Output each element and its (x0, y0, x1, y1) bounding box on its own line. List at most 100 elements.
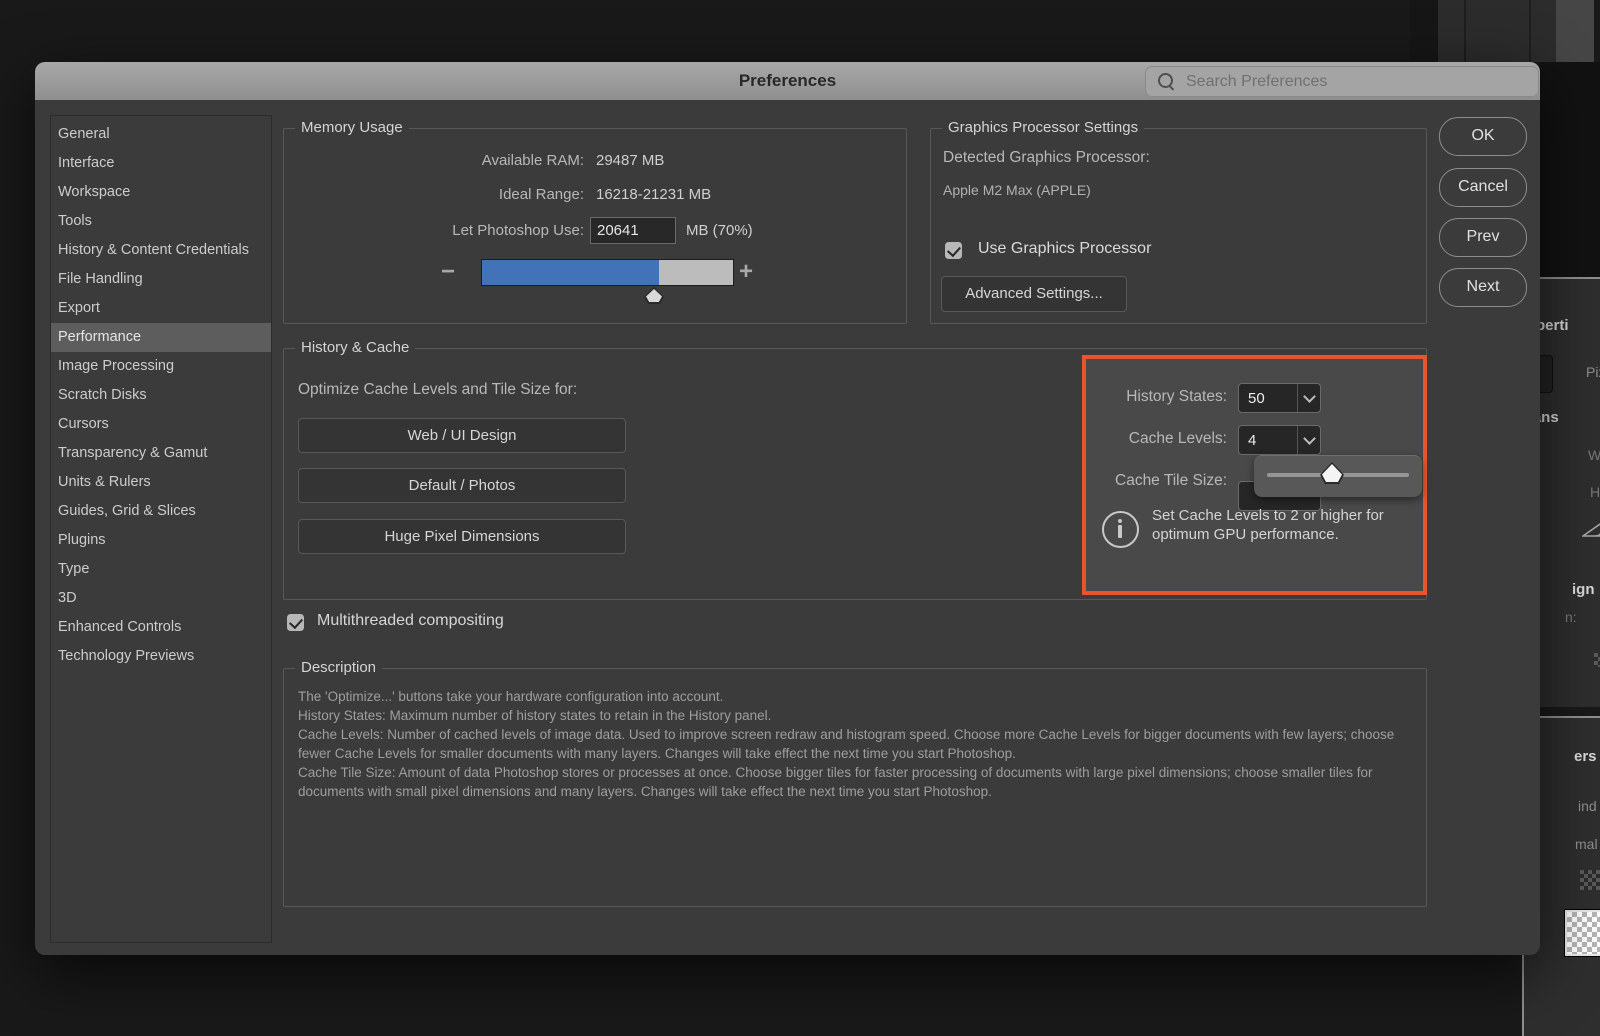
use-gpu-checkbox[interactable] (945, 242, 962, 259)
memory-slider-fill (482, 260, 659, 285)
sidebar-item-tools[interactable]: Tools (51, 207, 271, 236)
memory-usage-group-title: Memory Usage (295, 119, 409, 136)
sidebar-item-scratch-disks[interactable]: Scratch Disks (51, 381, 271, 410)
gpu-settings-group: Graphics Processor Settings Detected Gra… (930, 128, 1427, 324)
description-line: Cache Levels: Number of cached levels of… (298, 725, 1410, 763)
layers-panel-title: ers (1574, 748, 1597, 765)
multithreaded-checkbox[interactable] (287, 614, 304, 631)
cache-levels-value: 4 (1239, 432, 1297, 449)
cache-tile-size-slider-popup (1254, 455, 1422, 497)
sidebar-item-workspace[interactable]: Workspace (51, 178, 271, 207)
sidebar-item-file-handling[interactable]: File Handling (51, 265, 271, 294)
ideal-range-label: Ideal Range: (284, 183, 584, 207)
photoshop-screen: berti Pix rans W H ign n: ers ind mal Pr… (0, 0, 1600, 1034)
memory-decrease-button[interactable]: − (441, 259, 455, 284)
next-button[interactable]: Next (1439, 268, 1527, 307)
panel-divider (1529, 0, 1531, 62)
height-label: H (1590, 484, 1600, 500)
chevron-down-icon (1303, 390, 1316, 403)
multithreaded-label: Multithreaded compositing (317, 612, 504, 630)
history-states-label: History States: (1086, 383, 1227, 411)
search-icon (1158, 73, 1176, 91)
let-photoshop-use-label: Let Photoshop Use: (284, 217, 584, 245)
history-cache-group-title: History & Cache (295, 339, 415, 356)
optimize-web-ui-button[interactable]: Web / UI Design (298, 418, 626, 453)
align-section-title: ign (1572, 581, 1595, 598)
check-icon (289, 615, 303, 629)
available-ram-value: 29487 MB (596, 149, 664, 173)
preferences-sidebar: General Interface Workspace Tools Histor… (50, 115, 272, 943)
detected-gpu-label: Detected Graphics Processor: (943, 149, 1150, 167)
blend-mode-label: mal (1575, 836, 1598, 852)
memory-slider-thumb[interactable] (644, 287, 664, 304)
cache-levels-label: Cache Levels: (1086, 425, 1227, 453)
cache-tile-size-label: Cache Tile Size: (1076, 467, 1227, 495)
annotation-highlight-rect: History States: 50 Cache Levels: 4 Cache… (1082, 355, 1427, 595)
chevron-down-icon (1303, 432, 1316, 445)
memory-suffix: MB (70%) (686, 217, 753, 245)
description-line: History States: Maximum number of histor… (298, 706, 1410, 725)
memory-usage-group: Memory Usage Available RAM: 29487 MB Ide… (283, 128, 907, 324)
transparency-lock-icon[interactable] (1580, 870, 1600, 890)
gpu-group-title: Graphics Processor Settings (942, 119, 1144, 136)
sidebar-item-type[interactable]: Type (51, 555, 271, 584)
sidebar-item-units-rulers[interactable]: Units & Rulers (51, 468, 271, 497)
search-field[interactable] (1145, 66, 1539, 97)
ideal-range-value: 16218-21231 MB (596, 183, 711, 207)
angle-icon[interactable] (1582, 521, 1600, 537)
panel-divider (1464, 0, 1466, 62)
canvas-gap (1410, 0, 1438, 62)
distribute-label: n: (1565, 609, 1577, 625)
dialog-titlebar[interactable]: Preferences (35, 62, 1540, 100)
background-panel-strip (1438, 0, 1556, 62)
sidebar-item-3d[interactable]: 3D (51, 584, 271, 613)
memory-amount-input[interactable] (590, 217, 676, 244)
sidebar-item-general[interactable]: General (51, 120, 271, 149)
description-group-title: Description (295, 659, 382, 676)
sidebar-item-export[interactable]: Export (51, 294, 271, 323)
detected-gpu-value: Apple M2 Max (APPLE) (943, 182, 1091, 198)
canvas-area (1540, 62, 1600, 277)
preferences-dialog: Preferences General Interface Workspace … (35, 62, 1540, 955)
layer-thumbnail[interactable] (1565, 910, 1600, 956)
unit-label: Pix (1586, 364, 1600, 380)
check-icon (947, 243, 961, 257)
properties-panel-title: berti (1536, 317, 1569, 334)
history-states-value: 50 (1239, 390, 1297, 407)
dropdown-arrow-button[interactable] (1297, 384, 1320, 412)
advanced-settings-button[interactable]: Advanced Settings... (941, 276, 1127, 312)
optimize-label: Optimize Cache Levels and Tile Size for: (298, 381, 577, 399)
sidebar-item-performance[interactable]: Performance (51, 323, 271, 352)
sidebar-item-interface[interactable]: Interface (51, 149, 271, 178)
cancel-button[interactable]: Cancel (1439, 168, 1527, 207)
kind-label: ind (1578, 798, 1597, 814)
optimize-default-photos-button[interactable]: Default / Photos (298, 468, 626, 503)
description-text: The 'Optimize...' buttons take your hard… (298, 687, 1410, 801)
sidebar-item-plugins[interactable]: Plugins (51, 526, 271, 555)
dropdown-arrow-button[interactable] (1297, 426, 1320, 454)
memory-increase-button[interactable]: + (739, 259, 753, 284)
sidebar-item-technology-previews[interactable]: Technology Previews (51, 642, 271, 671)
sidebar-item-cursors[interactable]: Cursors (51, 410, 271, 439)
gpu-tip-line1: Set Cache Levels to 2 or higher for (1152, 507, 1384, 524)
align-icon[interactable] (1594, 653, 1600, 667)
use-gpu-label: Use Graphics Processor (978, 240, 1151, 258)
description-line: The 'Optimize...' buttons take your hard… (298, 687, 1410, 706)
search-input[interactable] (1184, 72, 1538, 92)
description-line: Cache Tile Size: Amount of data Photosho… (298, 763, 1410, 801)
sidebar-item-guides-grid-slices[interactable]: Guides, Grid & Slices (51, 497, 271, 526)
sidebar-item-image-processing[interactable]: Image Processing (51, 352, 271, 381)
prev-button[interactable]: Prev (1439, 218, 1527, 257)
sidebar-item-enhanced-controls[interactable]: Enhanced Controls (51, 613, 271, 642)
cache-levels-dropdown[interactable]: 4 (1238, 425, 1321, 455)
gpu-tip-line2: optimum GPU performance. (1152, 526, 1339, 543)
available-ram-label: Available RAM: (284, 149, 584, 173)
ok-button[interactable]: OK (1439, 117, 1527, 156)
history-states-dropdown[interactable]: 50 (1238, 383, 1321, 413)
sidebar-item-transparency-gamut[interactable]: Transparency & Gamut (51, 439, 271, 468)
memory-slider-track[interactable] (481, 259, 734, 286)
cache-tile-slider-thumb[interactable] (1320, 462, 1344, 484)
optimize-huge-pixel-button[interactable]: Huge Pixel Dimensions (298, 519, 626, 554)
sidebar-item-history-content-credentials[interactable]: History & Content Credentials (51, 236, 271, 265)
toolbar-strip (1556, 0, 1594, 62)
